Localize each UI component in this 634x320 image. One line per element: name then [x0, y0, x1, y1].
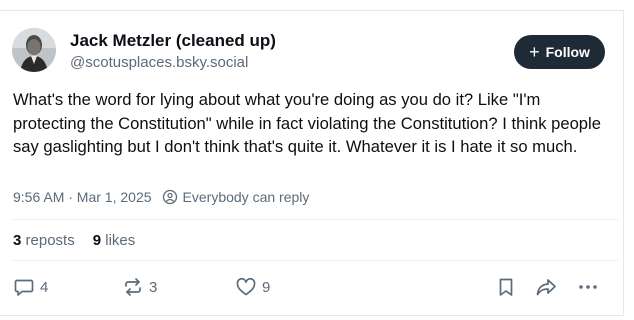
likes-stat[interactable]: 9 likes: [93, 232, 136, 249]
likes-label: likes: [105, 232, 136, 249]
follow-button-label: Follow: [545, 44, 590, 60]
heart-icon: [236, 277, 256, 296]
globe-people-icon: [162, 189, 177, 205]
post-text: What's the word for lying about what you…: [13, 90, 601, 156]
ellipsis-icon: [579, 285, 597, 289]
author-name[interactable]: Jack Metzler (cleaned up): [70, 31, 276, 51]
reposts-label: reposts: [25, 232, 75, 249]
share-arrow-icon: [536, 279, 556, 296]
likes-count: 9: [92, 232, 102, 249]
share-button[interactable]: [535, 276, 557, 298]
like-button[interactable]: 9: [235, 276, 270, 298]
repost-arrows-icon: [125, 278, 141, 296]
reply-count: 4: [40, 278, 49, 296]
reply-button[interactable]: 4: [13, 276, 48, 298]
reposts-stat[interactable]: 3 reposts: [13, 232, 75, 249]
reposts-count: 3: [13, 232, 22, 249]
reply-setting: Everybody can reply: [162, 189, 310, 205]
post-meta: 9:56 AM · Mar 1, 2025 Everybody can repl…: [13, 189, 309, 205]
like-count: 9: [262, 278, 271, 296]
more-options-button[interactable]: [577, 276, 599, 298]
follow-button[interactable]: + Follow: [514, 35, 605, 69]
avatar-image: [12, 28, 56, 72]
repost-count: 3: [149, 278, 158, 296]
plus-icon: +: [529, 42, 540, 62]
bookmark-icon: [499, 278, 513, 296]
divider: [13, 219, 618, 220]
bookmark-button[interactable]: [495, 276, 517, 298]
divider: [13, 260, 618, 261]
author-handle[interactable]: @scotusplaces.bsky.social: [70, 54, 248, 71]
repost-button[interactable]: 3: [122, 276, 157, 298]
avatar[interactable]: [12, 28, 56, 72]
speech-bubble-icon: [14, 279, 34, 296]
engagement-stats: 3 reposts 9 likes: [13, 232, 135, 249]
reply-setting-label: Everybody can reply: [182, 189, 310, 205]
post-timestamp[interactable]: 9:56 AM · Mar 1, 2025: [13, 189, 152, 205]
